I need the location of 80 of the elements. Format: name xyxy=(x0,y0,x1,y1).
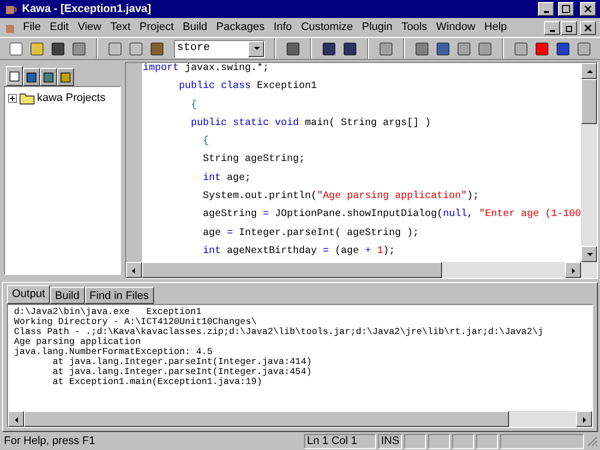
scroll-thumb[interactable] xyxy=(24,411,509,427)
code-line: { xyxy=(190,100,197,113)
sidebar-tab[interactable] xyxy=(57,68,74,86)
code-line: String ageString; xyxy=(202,154,305,168)
code-line: import javax.swing.*; xyxy=(142,63,269,76)
status-panel xyxy=(404,434,426,448)
minimize-icon xyxy=(544,11,548,13)
page-icon xyxy=(9,70,20,82)
code-line: int age; xyxy=(202,172,251,186)
minimize-button[interactable] xyxy=(544,20,560,34)
sidebar-tab[interactable] xyxy=(40,68,57,86)
menu-item[interactable]: Build xyxy=(178,19,212,36)
menu-item[interactable]: Project xyxy=(136,19,178,36)
menu-item[interactable]: Help xyxy=(480,19,511,36)
scroll-thumb[interactable] xyxy=(142,262,442,278)
output-line: Class Path - .;d:\Kava\kavaclasses.zip;d:\Java2\lib\tools.jar;d:\Java2\jre\lib\rt.jar;d:\Java2\j xyxy=(14,327,544,337)
restore-icon xyxy=(565,24,573,32)
code-editor[interactable] xyxy=(142,63,581,262)
close-button[interactable] xyxy=(580,20,596,34)
code-line: public class Exception1 xyxy=(178,81,317,94)
output-tab[interactable]: Build xyxy=(50,287,84,304)
close-icon xyxy=(584,24,592,32)
menu-item[interactable]: Text xyxy=(106,19,135,36)
status-panel xyxy=(476,434,498,448)
output-line: at java.lang.Integer.parseInt(Integer.java:454) xyxy=(52,367,312,377)
code-line: ageString = JOptionPane.showInputDialog(null, "Enter age (1-100 xyxy=(202,209,581,222)
menu-item[interactable]: Edit xyxy=(46,19,73,36)
restore-button[interactable] xyxy=(561,20,577,34)
code-line: public static void main( String args[] ) xyxy=(190,118,431,131)
menu-item[interactable]: Info xyxy=(270,19,296,36)
menu-item[interactable]: Plugin xyxy=(358,19,396,36)
code-line: age = Integer.parseInt( ageString ); xyxy=(202,228,419,241)
close-icon xyxy=(584,5,592,13)
output-line: at Exception1.main(Exception1.java:19) xyxy=(52,377,262,387)
expand-toggle[interactable] xyxy=(8,94,17,103)
scroll-thumb[interactable] xyxy=(581,79,597,124)
sidebar-tab[interactable] xyxy=(23,68,40,86)
output-line: d:\Java2\bin\java.exe Exception1 xyxy=(14,307,202,317)
folder-icon xyxy=(19,92,35,105)
scroll-left-button[interactable] xyxy=(126,262,142,278)
code-line: { xyxy=(202,136,209,150)
cursor-position: Ln 1 Col 1 xyxy=(304,434,376,448)
output-tab[interactable]: Output xyxy=(7,285,50,304)
output-line: at java.lang.Integer.parseInt(Integer.java:414) xyxy=(52,357,312,367)
menu-item[interactable]: File xyxy=(19,19,45,36)
vertical-scrollbar[interactable] xyxy=(581,63,597,262)
status-panel xyxy=(452,434,474,448)
output-tab[interactable]: Find in Files xyxy=(84,287,154,304)
status-panel xyxy=(428,434,450,448)
scroll-left-button[interactable] xyxy=(8,411,24,427)
scroll-up-button[interactable] xyxy=(581,63,597,79)
maximize-icon xyxy=(562,5,570,13)
menu-item[interactable]: Tools xyxy=(397,19,432,36)
menu-item[interactable]: Customize xyxy=(296,19,357,36)
close-button[interactable] xyxy=(580,2,596,16)
menu-item[interactable]: Window xyxy=(432,19,480,36)
code-line: System.out.println("Age parsing application"); xyxy=(202,191,479,204)
minimize-button[interactable] xyxy=(538,2,554,16)
horizontal-scrollbar[interactable] xyxy=(8,411,592,427)
search-combo[interactable]: store xyxy=(174,40,265,58)
resize-grip-icon[interactable] xyxy=(586,435,598,447)
window-title: Kawa - [Exception1.java] xyxy=(22,2,152,17)
code-line: int ageNextBirthday = (age + 1); xyxy=(202,246,395,259)
status-help-text: For Help, press F1 xyxy=(3,434,96,449)
scroll-down-button[interactable] xyxy=(581,246,597,262)
insert-mode: INS xyxy=(378,434,402,448)
output-line: Working Directory - A:\ICT4120Unit10Changes\ xyxy=(14,317,257,327)
menu-item[interactable]: View xyxy=(74,19,106,36)
sidebar-tab[interactable] xyxy=(6,66,23,86)
scroll-right-button[interactable] xyxy=(576,411,592,427)
maximize-button[interactable] xyxy=(558,2,574,16)
scroll-right-button[interactable] xyxy=(565,262,581,278)
plus-icon xyxy=(9,94,16,102)
horizontal-scrollbar[interactable] xyxy=(126,262,597,278)
triangle-icon xyxy=(252,44,260,53)
minimize-icon xyxy=(550,30,554,32)
tree-item[interactable]: kawa Projects xyxy=(37,90,106,106)
menu-item[interactable]: Packages xyxy=(212,19,269,36)
output-line: Age parsing application xyxy=(14,337,141,347)
output-line: java.lang.NumberFormatException: 4.5 xyxy=(14,347,212,357)
